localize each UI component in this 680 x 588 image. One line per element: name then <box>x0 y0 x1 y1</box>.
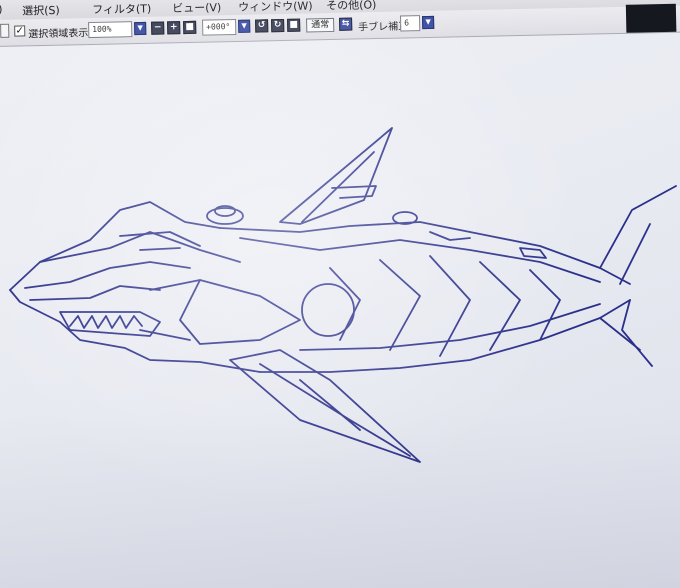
tool-button-partial[interactable] <box>0 23 10 38</box>
shark-sketch <box>9 127 677 463</box>
stabilizer-field[interactable]: 6 <box>399 15 421 32</box>
menu-item-filter[interactable]: フィルタ(T) <box>92 0 151 17</box>
rotate-reset-icon[interactable]: ■ <box>287 18 301 32</box>
head-plate-2 <box>24 261 191 289</box>
rotation-field[interactable]: +000° <box>202 18 237 36</box>
back-plate-detail <box>429 231 471 241</box>
gill-panel <box>179 279 301 345</box>
back-line <box>219 221 631 285</box>
head-plate-3 <box>29 285 161 301</box>
app-window: ) 選択(S) フィルタ(T) ビュー(V) ウィンドウ(W) その他(O) ✓… <box>0 0 680 588</box>
menu-item-partial[interactable]: ) <box>0 3 3 16</box>
teeth <box>69 315 143 329</box>
zoom-in-icon[interactable]: + <box>167 21 181 35</box>
drawing-canvas[interactable] <box>0 56 680 588</box>
rotate-right-icon[interactable]: ↻ <box>271 18 285 33</box>
rotate-left-icon[interactable]: ↺ <box>255 19 269 33</box>
zoom-dropdown-icon[interactable]: ▼ <box>134 21 147 36</box>
zoom-reset-icon[interactable]: ■ <box>183 20 197 35</box>
show-selection-checkbox[interactable]: ✓ <box>14 25 26 37</box>
tail-upper-fin <box>599 185 677 269</box>
flip-icon[interactable]: ⇆ <box>339 17 353 31</box>
upper-plate-line <box>239 237 601 283</box>
tail-upper-detail <box>619 223 651 285</box>
belly-line <box>259 299 631 373</box>
show-selection-label: 選択領域表示 <box>28 28 89 41</box>
zoom-field[interactable]: 100% <box>88 21 133 39</box>
menu-item-view[interactable]: ビュー(V) <box>172 0 221 16</box>
screen-bezel <box>625 3 677 33</box>
zoom-out-icon[interactable]: − <box>151 21 165 35</box>
dorsal-fin-detail <box>301 151 377 223</box>
tail-lower-detail <box>599 317 641 351</box>
blend-mode-button[interactable]: 通常 <box>306 17 335 33</box>
pectoral-fin-detail <box>259 363 411 457</box>
head-bottom <box>9 289 261 373</box>
side-orb <box>301 283 355 337</box>
rotation-dropdown-icon[interactable]: ▼ <box>238 19 251 33</box>
head-plate-1 <box>39 231 241 263</box>
menu-item-select[interactable]: 選択(S) <box>22 2 60 19</box>
stabilizer-dropdown-icon[interactable]: ▼ <box>422 15 435 30</box>
vent-detail <box>519 247 547 259</box>
checkmark-icon: ✓ <box>15 25 25 37</box>
sketch-strokes <box>9 127 677 463</box>
tail-lower-fin <box>621 299 653 367</box>
dorsal-fin <box>279 127 393 225</box>
